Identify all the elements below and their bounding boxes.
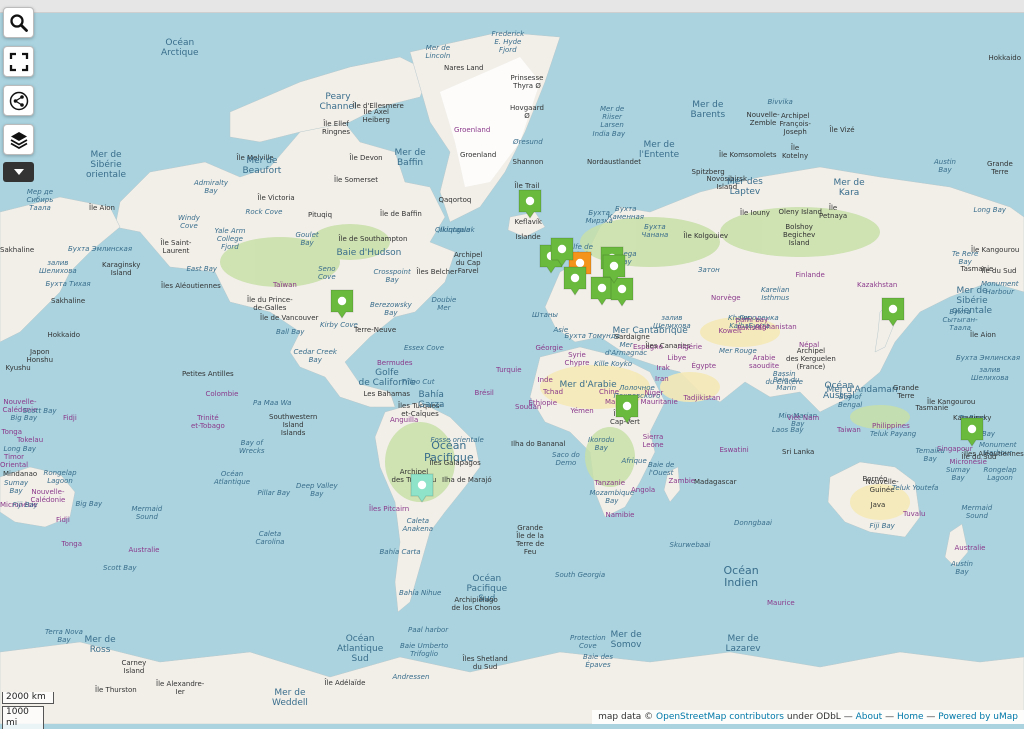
map-marker-green[interactable] [880, 296, 906, 327]
fullscreen-icon [9, 52, 28, 71]
search-icon [9, 13, 28, 32]
map-marker-green[interactable] [329, 288, 355, 319]
map-marker-green[interactable] [549, 236, 575, 267]
attribution: map data © OpenStreetMap contributors un… [592, 710, 1024, 724]
share-button[interactable] [3, 85, 34, 116]
attribution-sep: — [843, 712, 853, 722]
map-marker-green[interactable] [517, 188, 543, 219]
fullscreen-button[interactable] [3, 46, 34, 77]
map-markers [0, 12, 1024, 724]
map-marker-green[interactable] [959, 416, 985, 447]
attribution-license: under ODbL [786, 712, 841, 722]
search-button[interactable] [3, 7, 34, 38]
share-icon [9, 91, 28, 110]
about-link[interactable]: About [856, 712, 883, 722]
map-marker-green[interactable] [601, 253, 627, 284]
powered-by-link[interactable]: Powered by uMap [938, 712, 1018, 722]
attribution-sep: — [926, 712, 936, 722]
map-marker-green[interactable] [614, 393, 640, 424]
map-marker-green[interactable] [562, 265, 588, 296]
scale-mi: 1000 mi [2, 706, 44, 729]
chevron-down-icon [13, 169, 24, 175]
map-marker-teal[interactable] [409, 472, 435, 503]
scale-km: 2000 km [2, 692, 54, 704]
top-bar [0, 0, 1024, 13]
layers-button[interactable] [3, 124, 34, 155]
attribution-prefix: map data © [598, 712, 654, 722]
more-controls-button[interactable] [3, 162, 34, 182]
osm-link[interactable]: OpenStreetMap contributors [656, 712, 784, 722]
attribution-sep: — [885, 712, 895, 722]
layers-icon [10, 131, 27, 149]
home-link[interactable]: Home [897, 712, 924, 722]
map-canvas[interactable]: Océan Arctique Frederick E. Hyde Fjord Mer… [0, 12, 1024, 724]
